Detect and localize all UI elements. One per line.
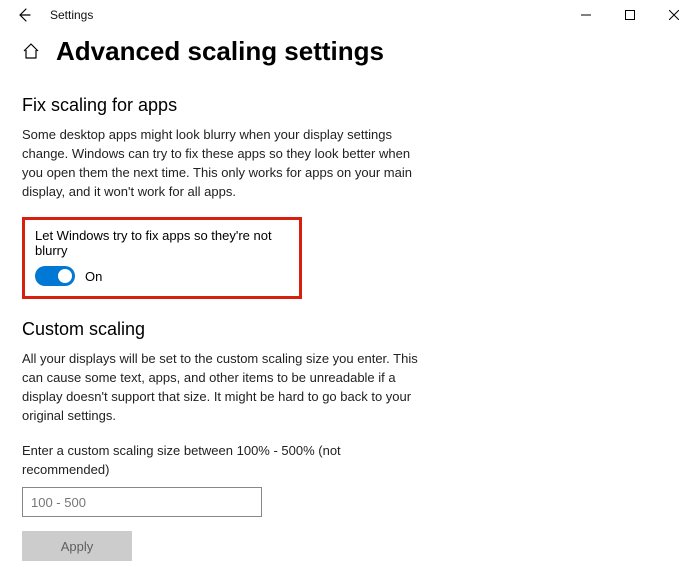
fix-blurry-toggle[interactable] (35, 266, 75, 286)
page-heading-row: Advanced scaling settings (22, 36, 678, 67)
home-button[interactable] (22, 42, 42, 62)
close-button[interactable] (652, 1, 696, 29)
arrow-left-icon (17, 8, 31, 22)
close-icon (669, 10, 679, 20)
page-title: Advanced scaling settings (56, 36, 384, 67)
fix-blurry-toggle-state: On (85, 269, 102, 284)
content-area: Advanced scaling settings Fix scaling fo… (0, 30, 700, 577)
maximize-button[interactable] (608, 1, 652, 29)
custom-scaling-description: All your displays will be set to the cus… (22, 350, 422, 425)
toggle-row: On (35, 266, 289, 286)
minimize-icon (581, 10, 591, 20)
custom-scaling-input[interactable] (22, 487, 262, 517)
highlight-box: Let Windows try to fix apps so they're n… (22, 217, 302, 299)
app-title: Settings (50, 8, 93, 22)
custom-scaling-input-label: Enter a custom scaling size between 100%… (22, 442, 422, 480)
fix-scaling-description: Some desktop apps might look blurry when… (22, 126, 422, 201)
fix-blurry-toggle-label: Let Windows try to fix apps so they're n… (35, 228, 289, 258)
minimize-button[interactable] (564, 1, 608, 29)
fix-scaling-heading: Fix scaling for apps (22, 95, 678, 116)
back-button[interactable] (12, 3, 36, 27)
home-icon (22, 42, 40, 60)
window-controls (564, 1, 696, 29)
maximize-icon (625, 10, 635, 20)
custom-scaling-heading: Custom scaling (22, 319, 678, 340)
titlebar: Settings (0, 0, 700, 30)
apply-button[interactable]: Apply (22, 531, 132, 561)
